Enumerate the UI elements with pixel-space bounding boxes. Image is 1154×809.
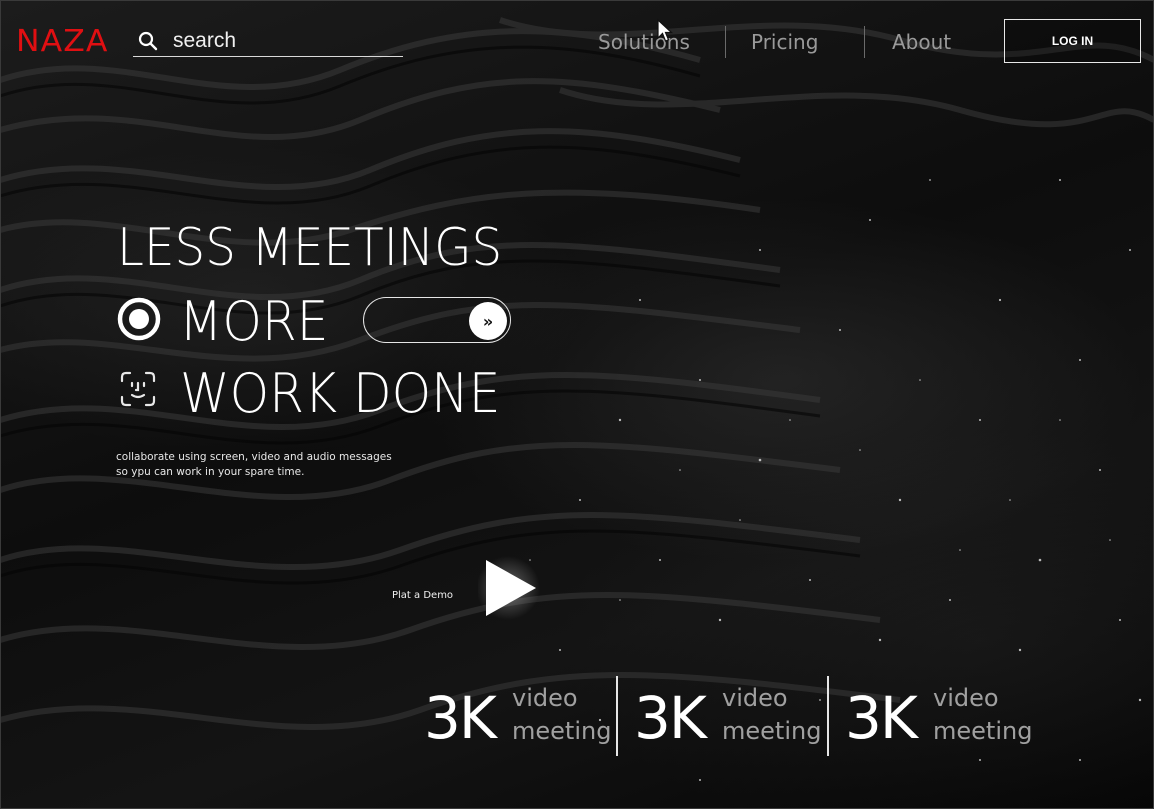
play-icon[interactable] — [478, 552, 544, 624]
mouse-cursor-icon — [657, 18, 674, 42]
face-id-icon — [120, 371, 156, 407]
stat-label-line-2: meeting — [933, 717, 1033, 745]
search-icon[interactable] — [137, 30, 159, 52]
search-input[interactable] — [173, 28, 398, 54]
nav-link-solutions[interactable]: Solutions — [598, 30, 690, 54]
double-chevron-right-icon: » — [469, 302, 507, 340]
play-demo-label[interactable]: Plat a Demo — [392, 590, 453, 601]
stat-label-line-2: meeting — [722, 717, 822, 745]
hero-headline-line-2: MORE — [179, 290, 329, 353]
nav-divider — [864, 26, 865, 58]
stat-label-line-1: video — [933, 684, 999, 712]
stat-label-line-1: video — [722, 684, 788, 712]
stat-label-line-1: video — [512, 684, 578, 712]
hero-toggle-switch[interactable]: » — [363, 297, 511, 343]
login-button[interactable]: LOG IN — [1004, 19, 1141, 63]
stat-divider — [616, 676, 618, 756]
hero-tagline: collaborate using screen, video and audi… — [116, 451, 392, 478]
radio-selected-icon[interactable] — [116, 296, 162, 342]
nav-link-pricing[interactable]: Pricing — [751, 30, 818, 54]
hero-headline-line-1: LESS MEETINGS — [117, 218, 503, 278]
stat-value: 3K — [845, 684, 918, 752]
brand-logo[interactable]: NAZA — [16, 24, 108, 59]
stat-divider — [827, 676, 829, 756]
landing-page: NAZA Solutions Pricing About LOG IN LESS… — [0, 0, 1154, 809]
stat-value: 3K — [424, 684, 497, 752]
stat-label-line-2: meeting — [512, 717, 612, 745]
nav-link-about[interactable]: About — [892, 30, 951, 54]
hero-headline-line-3: WORK DONE — [180, 362, 501, 425]
stat-value: 3K — [634, 684, 707, 752]
nav-divider — [725, 26, 726, 58]
search-bar — [133, 26, 403, 57]
